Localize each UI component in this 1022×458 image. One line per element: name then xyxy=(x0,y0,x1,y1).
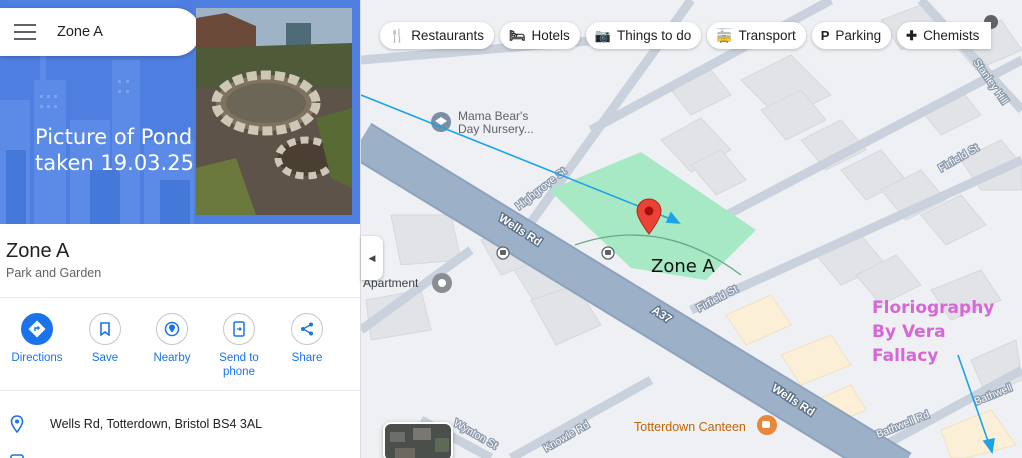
satellite-thumbnail xyxy=(385,424,451,458)
send-to-phone-icon xyxy=(223,313,255,345)
action-label: Send to phone xyxy=(219,352,259,378)
zone-a-label: Zone A xyxy=(651,256,715,277)
category-chips: 🍴 Restaurants 🛏 Hotels 📷 Things to do 🚋 Tran… xyxy=(380,22,992,49)
chip-label: Things to do xyxy=(616,28,692,43)
chip-parking[interactable]: P Parking xyxy=(811,22,892,49)
floriography-annotation: Floriography By Vera Fallacy xyxy=(872,296,994,368)
search-input[interactable]: Zone A xyxy=(57,24,103,40)
map-base: Wells Rd Wells Rd A37 Highgrove St Firfi… xyxy=(361,0,1022,458)
action-label: Directions xyxy=(11,352,63,364)
layers-button[interactable] xyxy=(383,422,453,458)
bus-stop-icon[interactable] xyxy=(601,246,615,260)
parking-icon: P xyxy=(820,28,830,43)
send-to-phone-button[interactable]: Send to phone xyxy=(209,313,269,379)
menu-icon[interactable] xyxy=(14,24,36,40)
share-icon xyxy=(291,313,323,345)
poi-label-totterdown-canteen[interactable]: Totterdown Canteen xyxy=(634,421,746,434)
camera-icon: 📷 xyxy=(594,27,611,43)
divider xyxy=(0,390,360,391)
address-text: Wells Rd, Totterdown, Bristol BS4 3AL xyxy=(50,417,263,431)
action-label: Save xyxy=(91,352,119,364)
poi-label-mama-bears[interactable]: Mama Bear's Day Nursery... xyxy=(458,110,534,136)
chip-chemists[interactable]: ✚ Chemists xyxy=(897,22,992,49)
hero-caption-line: taken 19.03.25 xyxy=(35,151,194,175)
floriography-line: Floriography xyxy=(872,298,995,318)
divider xyxy=(0,297,360,298)
chip-hotels[interactable]: 🛏 Hotels xyxy=(499,22,580,49)
chip-label: Hotels xyxy=(531,28,570,43)
restaurant-icon: 🍴 xyxy=(389,27,406,43)
nearby-icon xyxy=(156,313,188,345)
chevron-left-icon: ◀ xyxy=(368,252,376,263)
pharmacy-icon: ✚ xyxy=(906,27,918,43)
map-canvas[interactable]: Wells Rd Wells Rd A37 Highgrove St Firfi… xyxy=(361,0,1022,458)
apartment-poi-icon[interactable] xyxy=(432,273,452,293)
place-category[interactable]: Park and Garden xyxy=(6,266,101,280)
chip-restaurants[interactable]: 🍴 Restaurants xyxy=(380,22,494,49)
second-info-row[interactable] xyxy=(0,446,360,458)
save-button[interactable]: Save xyxy=(75,313,135,365)
location-icon xyxy=(10,415,24,433)
chip-label: Restaurants xyxy=(411,28,484,43)
hero-caption: Picture of Pond taken 19.03.25 xyxy=(35,124,194,176)
poi-label-line: Day Nursery... xyxy=(458,122,534,136)
directions-button[interactable]: Directions xyxy=(7,313,67,365)
search-box[interactable]: Zone A xyxy=(0,8,200,56)
bookmark-icon xyxy=(89,313,121,345)
action-label: Nearby xyxy=(153,352,191,364)
road-label-firfield-st-lower: Firfield St xyxy=(695,283,740,314)
hotel-icon: 🛏 xyxy=(508,27,526,43)
info-icon xyxy=(10,454,24,458)
share-button[interactable]: Share xyxy=(277,313,337,365)
bus-stop-icon[interactable] xyxy=(496,246,510,260)
chip-label: Transport xyxy=(738,28,796,43)
place-title: Zone A xyxy=(6,240,70,262)
hero-banner: Zone A Picture of Pond taken 19.03.25 xyxy=(0,0,360,224)
floriography-line: By Vera xyxy=(872,322,946,342)
nearby-button[interactable]: Nearby xyxy=(142,313,202,365)
transit-icon: 🚋 xyxy=(716,27,733,43)
chip-things-to-do[interactable]: 📷 Things to do xyxy=(585,22,702,49)
directions-icon xyxy=(21,313,53,345)
canteen-poi-icon[interactable] xyxy=(757,415,777,435)
floriography-line: Fallacy xyxy=(872,346,939,366)
address-row[interactable]: Wells Rd, Totterdown, Bristol BS4 3AL xyxy=(0,409,360,439)
chip-transport[interactable]: 🚋 Transport xyxy=(707,22,806,49)
pond-photo[interactable] xyxy=(196,8,352,215)
hero-caption-line: Picture of Pond xyxy=(35,125,193,149)
chip-label: Parking xyxy=(835,28,882,43)
chip-label: Chemists xyxy=(923,28,980,43)
collapse-panel-button[interactable]: ◀ xyxy=(361,236,383,280)
place-panel: Zone A Picture of Pond taken 19.03.25 Zo… xyxy=(0,0,361,458)
action-label: Share xyxy=(291,352,323,364)
